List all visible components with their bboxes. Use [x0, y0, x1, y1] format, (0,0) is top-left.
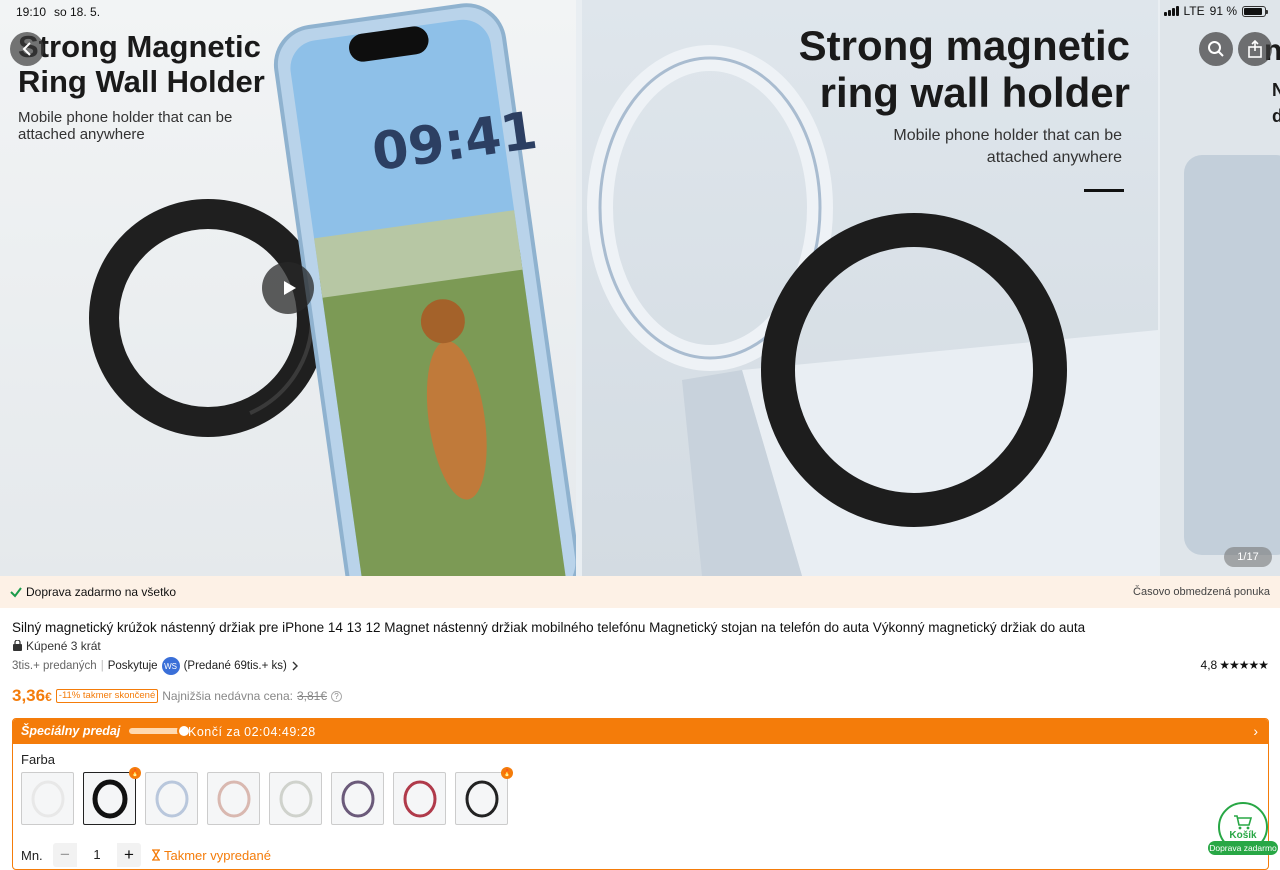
rating[interactable]: 4,8 ★★★★★: [1200, 658, 1269, 672]
stock-note: Takmer vypredané: [151, 848, 271, 863]
network-label: LTE: [1183, 4, 1205, 18]
quantity-label: Mn.: [21, 847, 43, 863]
search-button[interactable]: [1199, 32, 1233, 66]
battery-icon: [1242, 5, 1268, 17]
ring-thumbnail: [92, 779, 127, 818]
hot-badge-icon: 🔥: [501, 767, 513, 779]
current-price: 3,36€: [12, 686, 52, 706]
countdown: Končí za 02:04:49:28: [188, 725, 316, 739]
star-rating-icon: ★★★★★: [1219, 658, 1269, 672]
store-sold-link[interactable]: (Predané 69tis.+ ks): [184, 660, 287, 672]
slide-3-image: [1184, 155, 1280, 555]
price-currency: €: [45, 690, 52, 704]
quantity-stepper[interactable]: − 1 +: [53, 843, 141, 867]
gallery-counter: 1/17: [1224, 547, 1272, 567]
lowest-price-value: 3,81€: [297, 689, 328, 703]
lowest-price-label: Najnižšia nedávna cena:: [162, 689, 293, 703]
play-video-button[interactable]: [262, 262, 314, 314]
play-icon: [284, 281, 296, 295]
store-badge[interactable]: WS: [161, 657, 180, 675]
chevron-right-icon[interactable]: [291, 661, 299, 671]
special-sale-header[interactable]: Špeciálny predaj Končí za 02:04:49:28 ›: [13, 719, 1268, 744]
hot-badge-icon: 🔥: [129, 767, 141, 779]
image-gallery[interactable]: Strong Magnetic Ring Wall Holder Mobile …: [0, 0, 1280, 576]
chevron-right-icon[interactable]: ›: [1253, 723, 1258, 739]
gallery-slide-2[interactable]: Strong magnetic ring wall holder Mobile …: [582, 0, 1158, 576]
slide-2-subtitle: Mobile phone holder that can be attached…: [893, 127, 1122, 167]
help-icon[interactable]: ?: [331, 690, 343, 702]
search-icon: [1208, 41, 1224, 57]
free-shipping: Doprava zadarmo na všetko: [10, 585, 176, 599]
ring-thumbnail: [465, 780, 498, 817]
slide-3-sub-2: d: [1272, 106, 1280, 126]
special-sale-box: Špeciálny predaj Končí za 02:04:49:28 › …: [12, 718, 1269, 870]
chevron-left-icon: [22, 42, 31, 56]
ring-thumbnail: [403, 780, 436, 817]
status-time: 19:10: [16, 5, 47, 19]
status-date: so 18. 5.: [54, 5, 101, 19]
bought-label: Kúpené 3 krát: [26, 639, 101, 653]
back-button[interactable]: [10, 32, 44, 66]
color-swatch[interactable]: [393, 772, 446, 825]
color-swatch[interactable]: [145, 772, 198, 825]
slide-2-title: Strong magnetic ring wall holder: [798, 22, 1130, 117]
color-swatch[interactable]: [207, 772, 260, 825]
bought-count: Kúpené 3 krát: [12, 639, 101, 653]
provided-by-label: Poskytuje: [107, 660, 158, 672]
color-swatch[interactable]: [331, 772, 384, 825]
slide-3-sub-1: N: [1272, 80, 1280, 100]
countdown-value: 02:04:49:28: [244, 725, 316, 739]
ring-thumbnail: [279, 780, 312, 817]
cart-icon: [1234, 814, 1253, 829]
quantity-value[interactable]: 1: [77, 843, 117, 867]
ends-label: Končí za: [188, 725, 241, 739]
increment-button[interactable]: +: [117, 845, 141, 865]
gallery-slide-3[interactable]: n N d: [1160, 0, 1280, 576]
color-label: Farba: [21, 752, 55, 767]
signal-icon: [1163, 6, 1179, 16]
shipping-banner: Doprava zadarmo na všetko Časovo obmedze…: [0, 576, 1280, 608]
check-icon: [10, 587, 22, 598]
color-swatch[interactable]: 🔥: [455, 767, 513, 825]
quantity-row: Mn. − 1 + Takmer vypredané: [21, 843, 271, 867]
ring-thumbnail: [155, 780, 188, 817]
ring-thumbnail: [217, 780, 250, 817]
ring-thumbnail: [341, 780, 374, 817]
divider: |: [100, 660, 104, 672]
hourglass-icon: [152, 849, 160, 861]
product-title: Silný magnetický krúžok nástenný držiak …: [12, 620, 1086, 635]
bag-icon: [13, 640, 22, 651]
seller-meta: 3tis.+ predaných | Poskytuje WS (Predané…: [12, 657, 299, 675]
color-swatch[interactable]: [21, 772, 74, 825]
share-button[interactable]: [1238, 32, 1272, 66]
share-icon: [1248, 40, 1262, 58]
color-swatch[interactable]: [269, 772, 322, 825]
battery-percent: 91 %: [1209, 4, 1237, 18]
sold-count: 3tis.+ predaných: [12, 660, 97, 672]
cart-label: Košík: [1229, 829, 1257, 841]
free-shipping-label: Doprava zadarmo na všetko: [26, 585, 177, 599]
color-swatch[interactable]: 🔥: [83, 767, 141, 825]
decrement-button[interactable]: −: [53, 845, 77, 865]
color-swatches: 🔥 🔥: [21, 767, 513, 825]
limited-offer-label: Časovo obmedzená ponuka: [1133, 586, 1270, 598]
price-row: 3,36€ -11% takmer skončené Najnižšia ned…: [12, 686, 343, 706]
status-bar: 19:10 so 18. 5. LTE 91 %: [0, 0, 1280, 22]
status-right: LTE 91 %: [1163, 4, 1268, 18]
sale-progress: [129, 724, 191, 738]
stock-note-label: Takmer vypredané: [164, 847, 271, 863]
price-value: 3,36: [12, 686, 46, 705]
discount-badge: -11% takmer skončené: [55, 689, 159, 703]
special-sale-label: Špeciálny predaj: [21, 724, 121, 738]
rating-value: 4,8: [1200, 658, 1218, 672]
cart-free-shipping-badge: Doprava zadarmo: [1208, 841, 1278, 855]
ring-thumbnail: [31, 780, 64, 817]
gallery-slide-1[interactable]: Strong Magnetic Ring Wall Holder Mobile …: [0, 0, 576, 576]
